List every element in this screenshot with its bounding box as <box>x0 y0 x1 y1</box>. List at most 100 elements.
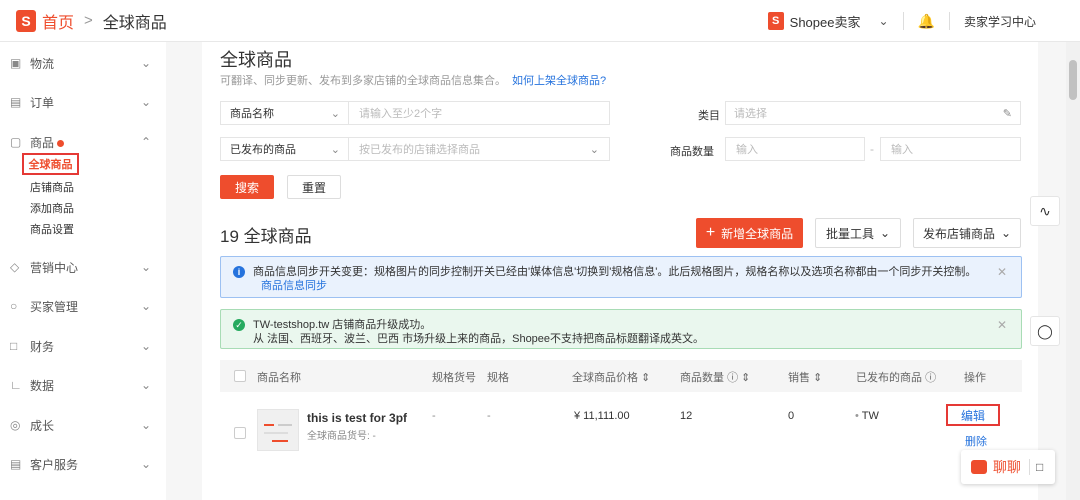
row-checkbox[interactable] <box>234 427 246 439</box>
sort-icon: ⇕ <box>641 372 651 384</box>
divider <box>902 12 904 30</box>
publish-shop-product-button[interactable]: 发布店铺商品 ⌄ <box>913 218 1021 248</box>
divider <box>1029 459 1030 475</box>
table-header: 商品名称 规格货号 规格 全球商品价格 ⇕ 商品数量 ⓘ ⇕ 销售 ⇕ 已发布的… <box>220 360 1022 392</box>
sync-info-alert: i 商品信息同步开关变更：规格图片的同步控制开关已经由'媒体信息'切换到'规格信… <box>220 256 1022 298</box>
page-scrollbar[interactable] <box>1066 42 1080 500</box>
chat-bubble-icon <box>971 460 987 474</box>
add-global-product-button[interactable]: + 新增全球商品 <box>696 218 803 248</box>
sync-info-link[interactable]: 商品信息同步 <box>261 280 327 292</box>
batch-tools-button[interactable]: 批量工具 ⌄ <box>815 218 901 248</box>
chart-icon: ∟ <box>10 378 22 392</box>
sidebar-item-marketing[interactable]: ◇ 营销中心 ⌄ <box>0 257 166 277</box>
col-header-quantity[interactable]: 商品数量 ⓘ ⇕ <box>680 369 750 385</box>
sidebar-item-label: 数据 <box>30 378 55 393</box>
category-label: 类目 <box>698 110 720 122</box>
shop-name[interactable]: Shopee卖家 <box>790 12 861 31</box>
pencil-icon: ✎ <box>1002 107 1012 120</box>
sidebar-item-products[interactable]: ▢ 商品 ⌃ <box>0 132 166 152</box>
chevron-down-icon[interactable]: ⌄ <box>141 378 151 392</box>
published-type-select[interactable]: 已发布的商品 ⌄ <box>221 138 349 160</box>
chevron-down-icon[interactable]: ⌄ <box>141 457 151 471</box>
learning-center-link[interactable]: 卖家学习中心 <box>964 13 1036 30</box>
search-button[interactable]: 搜索 <box>220 175 274 199</box>
new-dot-icon <box>57 139 65 147</box>
delete-button[interactable]: 删除 <box>965 433 987 449</box>
product-name-link[interactable]: this is test for 3pf <box>307 411 407 425</box>
bell-icon[interactable]: 🔔 <box>918 13 935 30</box>
divider <box>948 12 950 30</box>
check-circle-icon: ✓ <box>233 319 245 331</box>
chevron-up-icon[interactable]: ⌃ <box>141 135 151 149</box>
col-header-sales[interactable]: 销售 ⇕ <box>788 369 822 385</box>
breadcrumb-home[interactable]: 首页 <box>42 9 74 33</box>
quantity-min-input[interactable]: 输入 <box>725 137 865 161</box>
success-line-1: TW-testshop.tw 店铺商品升级成功。 <box>253 319 432 331</box>
chevron-down-icon[interactable]: ⌄ <box>141 95 151 109</box>
sidebar-subitem-shop-products[interactable]: 店铺商品 <box>30 179 74 195</box>
sidebar-subitem-product-settings[interactable]: 商品设置 <box>30 221 74 237</box>
chat-label: 聊聊 <box>993 459 1021 475</box>
info-icon: i <box>233 266 245 278</box>
sidebar-item-label: 营销中心 <box>30 260 79 275</box>
location-icon: ◎ <box>10 418 21 432</box>
product-name-input[interactable]: 请输入至少2个字 <box>349 105 442 121</box>
col-header-variation-sku: 规格货号 <box>432 372 476 384</box>
published-shop-value: • TW <box>855 410 879 422</box>
top-bar: S 首页 > 全球商品 S Shopee卖家 ⌄ 🔔 卖家学习中心 <box>0 0 1080 42</box>
close-icon[interactable]: ✕ <box>997 265 1007 279</box>
chevron-down-icon[interactable]: ⌄ <box>878 14 888 28</box>
help-icon: ⓘ <box>727 372 739 384</box>
chat-widget[interactable]: 聊聊 □ <box>961 450 1055 484</box>
chevron-down-icon[interactable]: ⌄ <box>141 299 151 313</box>
sort-icon: ⇕ <box>741 372 751 384</box>
select-all-checkbox[interactable] <box>234 370 246 382</box>
sidebar-subitem-global-products[interactable]: 全球商品 <box>22 153 79 175</box>
quantity-max-input[interactable]: 输入 <box>880 137 1021 161</box>
sidebar-item-growth[interactable]: ◎ 成长 ⌄ <box>0 415 166 435</box>
price-value: ¥ 11,111.00 <box>574 410 630 422</box>
sidebar-item-buyer-management[interactable]: ○ 买家管理 ⌄ <box>0 296 166 316</box>
chevron-down-icon[interactable]: ⌄ <box>141 56 151 70</box>
sidebar-item-orders[interactable]: ▤ 订单 ⌄ <box>0 92 166 112</box>
category-select[interactable]: 请选择 ✎ <box>725 101 1021 125</box>
sidebar-subitem-add-product[interactable]: 添加商品 <box>30 200 74 216</box>
how-to-list-link[interactable]: 如何上架全球商品? <box>512 75 606 87</box>
page-subtitle: 可翻译、同步更新、发布到多家店铺的全球商品信息集合。 如何上架全球商品? <box>220 75 607 87</box>
bullet-icon: • <box>855 410 862 422</box>
user-icon: ○ <box>10 299 18 313</box>
close-icon[interactable]: ✕ <box>997 318 1007 332</box>
chevron-down-icon: ⌄ <box>330 107 340 120</box>
col-header-published: 已发布的商品 ⓘ <box>856 372 937 384</box>
chevron-down-icon[interactable]: ⌄ <box>141 339 151 353</box>
expand-icon[interactable]: □ <box>1036 460 1043 474</box>
variation-value: - <box>487 410 491 422</box>
chevron-down-icon: ⌄ <box>330 143 340 156</box>
chevron-down-icon[interactable]: ⌄ <box>590 143 599 156</box>
sidebar-item-label: 商品 <box>30 134 65 151</box>
sidebar-item-data[interactable]: ∟ 数据 ⌄ <box>0 375 166 395</box>
page-title: 全球商品 <box>220 50 292 70</box>
product-thumbnail[interactable] <box>257 409 299 451</box>
activity-monitor-icon[interactable]: ∿ <box>1030 196 1060 226</box>
breadcrumb-separator-icon: > <box>84 12 93 29</box>
sidebar-item-customer-service[interactable]: ▤ 客户服务 ⌄ <box>0 454 166 474</box>
sidebar-item-finance[interactable]: □ 财务 ⌄ <box>0 336 166 356</box>
chevron-down-icon[interactable]: ⌄ <box>141 418 151 432</box>
published-shop-select[interactable]: 按已发布的店铺选择商品 <box>349 141 480 157</box>
variation-sku-value: - <box>432 410 436 422</box>
chevron-down-icon[interactable]: ⌄ <box>141 260 151 274</box>
headset-icon[interactable]: ◯ <box>1030 316 1060 346</box>
chevron-down-icon: ⌄ <box>879 226 891 240</box>
chevron-down-icon: ⌄ <box>1000 226 1012 240</box>
plus-icon: + <box>705 224 716 241</box>
col-header-price[interactable]: 全球商品价格 ⇕ <box>572 369 650 385</box>
edit-button[interactable]: 编辑 <box>946 404 1000 426</box>
name-type-select[interactable]: 商品名称 ⌄ <box>221 102 349 124</box>
reset-button[interactable]: 重置 <box>287 175 341 199</box>
scrollbar-thumb[interactable] <box>1069 60 1077 100</box>
shopee-logo-icon[interactable]: S <box>16 9 36 32</box>
sidebar-item-logistics[interactable]: ▣ 物流 ⌄ <box>0 53 166 73</box>
col-header-actions: 操作 <box>964 372 986 384</box>
col-header-name: 商品名称 <box>257 372 301 384</box>
